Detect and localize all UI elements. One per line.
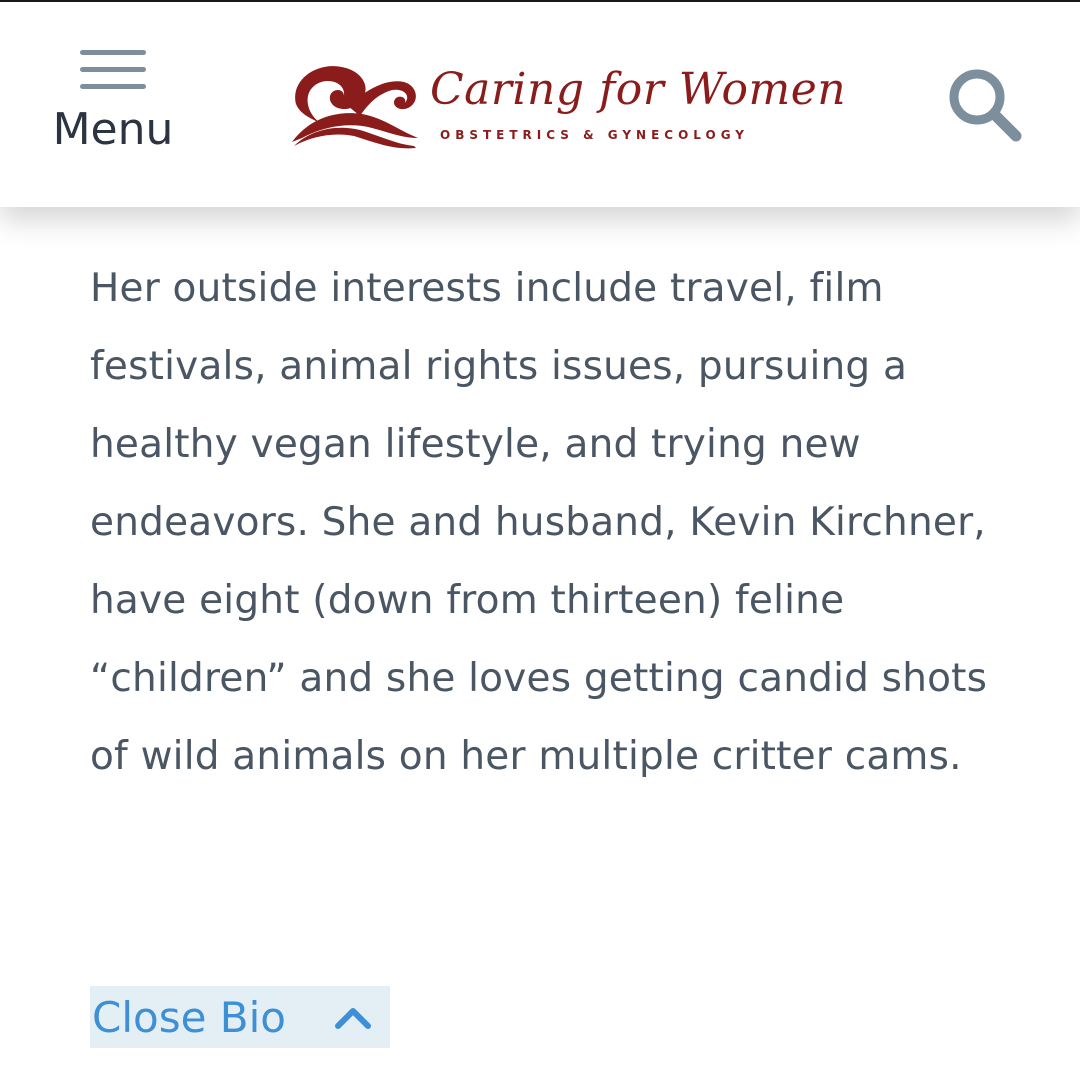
chevron-up-icon — [335, 1008, 371, 1029]
search-icon — [949, 69, 1022, 142]
site-logo[interactable]: Caring for Women OBSTETRICS & GYNECOLOGY — [288, 58, 846, 150]
menu-label: Menu — [52, 104, 174, 155]
search-button[interactable] — [944, 64, 1026, 146]
menu-button[interactable]: Menu — [46, 46, 180, 166]
logo-mark-icon — [292, 66, 418, 149]
close-bio-button[interactable]: Close Bio — [90, 986, 390, 1048]
site-header: Menu Caring for Women OBSTETRICS & GYNEC… — [0, 2, 1080, 207]
logo-name: Caring for Women — [430, 64, 847, 115]
bio-paragraph: Her outside interests include travel, fi… — [90, 266, 988, 779]
hamburger-icon — [80, 50, 146, 90]
bio-content: Her outside interests include travel, fi… — [90, 250, 1020, 796]
close-bio-label: Close Bio — [92, 993, 286, 1042]
logo-tagline: OBSTETRICS & GYNECOLOGY — [440, 128, 749, 142]
